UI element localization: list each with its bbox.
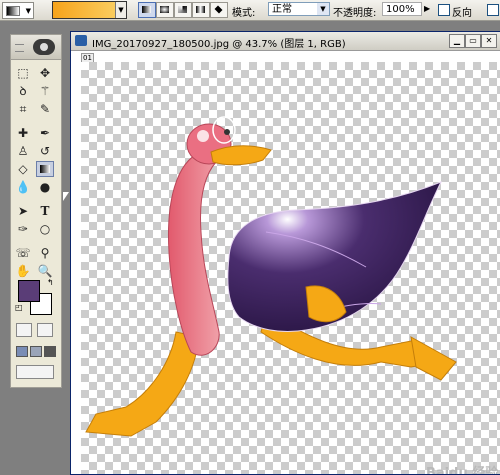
swap-colors-icon[interactable]: ↰ [47, 278, 54, 287]
diamond-gradient-button[interactable] [210, 2, 228, 18]
radial-gradient-button[interactable] [156, 2, 174, 18]
toolbox-header[interactable] [11, 35, 61, 60]
full-screen-menu-icon[interactable] [30, 346, 42, 357]
mode-select[interactable]: 正常 ▼ [268, 2, 330, 16]
gradient-swatch-icon [40, 165, 50, 173]
slice-icon[interactable]: ✎ [36, 101, 54, 117]
watermark: Baidu 经验 [426, 466, 499, 474]
close-button[interactable]: ✕ [481, 34, 497, 48]
mode-label: 模式: [232, 8, 256, 19]
linear-gradient-icon [142, 6, 151, 13]
blur-icon[interactable]: 💧 [14, 179, 32, 195]
mode-value: 正常 [272, 4, 292, 15]
magic-wand-icon[interactable]: ⚚ [36, 83, 54, 99]
brush-icon[interactable]: ✒ [36, 125, 54, 141]
ostrich-illustration [85, 116, 457, 437]
image-canvas[interactable]: Baidu 经验 [81, 62, 500, 474]
opacity-value: 100% [386, 4, 415, 15]
shape-icon[interactable]: ○ [36, 221, 54, 237]
quick-mask-button[interactable] [37, 323, 53, 337]
toolbox: ⬚ ✥ ꝺ ⚚ ⌗ ✎ ✚ ✒ ♙ ↺ ◇ 💧 ● ➤ T ✑ ○ ☏ ⚲ ✋ … [10, 34, 62, 388]
opacity-arrow-icon[interactable]: ▶ [424, 4, 430, 13]
photoshop-document-icon [75, 35, 87, 46]
maximize-button[interactable]: ▭ [465, 34, 481, 48]
standard-screen-icon[interactable] [16, 346, 28, 357]
reflected-gradient-button[interactable] [192, 2, 210, 18]
hand-icon[interactable]: ✋ [14, 263, 32, 279]
angle-gradient-button[interactable] [174, 2, 192, 18]
dither-checkbox[interactable] [487, 4, 499, 16]
document-title: IMG_20170927_180500.jpg @ 43.7% (图层 1, R… [92, 39, 346, 50]
history-brush-icon[interactable]: ↺ [36, 143, 54, 159]
pen-icon[interactable]: ✑ [14, 221, 32, 237]
document-titlebar[interactable]: IMG_20170927_180500.jpg @ 43.7% (图层 1, R… [71, 32, 500, 51]
path-select-icon[interactable]: ➤ [14, 203, 32, 219]
diamond-gradient-icon [214, 5, 223, 14]
angle-gradient-icon [178, 6, 187, 13]
chevron-down-icon: ▼ [317, 3, 329, 15]
healing-brush-icon[interactable]: ✚ [14, 125, 32, 141]
crop-icon[interactable]: ⌗ [14, 101, 32, 117]
type-icon[interactable]: T [36, 203, 54, 219]
reflected-gradient-icon [196, 6, 205, 13]
eraser-icon[interactable]: ◇ [14, 161, 32, 177]
opacity-label: 不透明度: [333, 8, 377, 19]
zoom-icon[interactable]: 🔍 [36, 263, 54, 279]
jump-to-imageready-button[interactable] [16, 365, 54, 379]
gradient-tool-icon [6, 6, 20, 16]
tool-preset-picker[interactable]: ▼ [2, 2, 34, 19]
chevron-down-icon[interactable]: ▼ [115, 2, 126, 18]
reverse-label: 反向 [452, 8, 472, 19]
move-icon[interactable]: ✥ [36, 65, 54, 81]
mouse-cursor-icon [63, 192, 69, 201]
eyedropper-icon[interactable]: ⚲ [36, 245, 54, 261]
notes-icon[interactable]: ☏ [14, 245, 32, 261]
gradient-editor[interactable]: ▼ [52, 1, 127, 19]
linear-gradient-button[interactable] [138, 2, 156, 18]
opacity-field[interactable]: 100% [382, 2, 422, 16]
chevron-down-icon: ▼ [25, 7, 31, 15]
standard-mode-button[interactable] [16, 323, 32, 337]
minimize-button[interactable]: ▁ [449, 34, 465, 48]
radial-gradient-icon [160, 6, 169, 13]
photoshop-logo-icon[interactable] [33, 39, 55, 55]
full-screen-icon[interactable] [44, 346, 56, 357]
foreground-color-swatch[interactable] [18, 280, 40, 302]
marquee-icon[interactable]: ⬚ [14, 65, 32, 81]
dodge-icon[interactable]: ● [36, 179, 54, 195]
reverse-checkbox[interactable] [438, 4, 450, 16]
document-window: IMG_20170927_180500.jpg @ 43.7% (图层 1, R… [70, 31, 500, 475]
default-colors-icon[interactable]: ◰ [15, 303, 23, 312]
clone-stamp-icon[interactable]: ♙ [14, 143, 32, 159]
lasso-icon[interactable]: ꝺ [14, 83, 32, 99]
options-bar: ▼ ▼ 模式: 正常 ▼ 不透明度: 100% ▶ 反向 [0, 0, 500, 21]
gradient-icon[interactable] [36, 161, 54, 177]
grip-icon[interactable] [15, 44, 24, 52]
